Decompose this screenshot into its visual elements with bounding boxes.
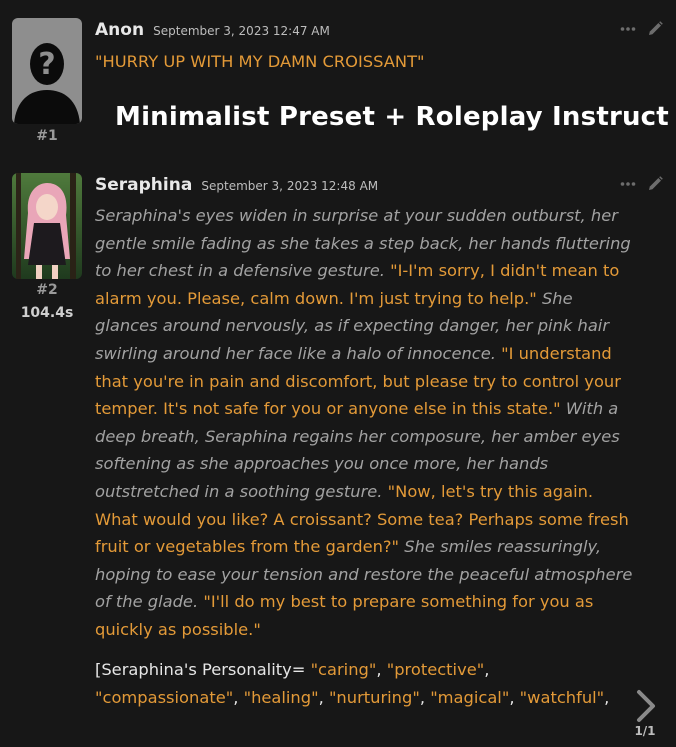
message-text: "HURRY UP WITH MY DAMN CROISSANT" [95, 48, 635, 76]
personality-trait: "watchful" [519, 687, 605, 707]
personality-trait: "nurturing" [328, 687, 420, 707]
sender-name: Seraphina [95, 175, 193, 195]
personality-trait: "magical" [430, 687, 510, 707]
personality-trait: "healing" [243, 687, 319, 707]
trait-separator: , [484, 660, 490, 679]
trait-separator: , [318, 687, 329, 707]
more-dots-icon[interactable] [620, 176, 636, 192]
message-actions [620, 175, 664, 193]
message-actions [620, 20, 664, 38]
character-avatar[interactable] [12, 173, 82, 279]
default-user-avatar-icon: ? [12, 18, 82, 124]
swipe-counter: 1/1 [634, 724, 656, 738]
generation-time: 104.4s [20, 305, 74, 321]
message-seraphina: #2 104.4s Seraphina September 3, 2023 12… [0, 160, 676, 747]
trait-separator: , [233, 687, 244, 707]
sender-name: Anon [95, 20, 145, 40]
dialogue-text: "HURRY UP WITH MY DAMN CROISSANT" [95, 52, 425, 71]
more-dots-icon[interactable] [620, 21, 636, 37]
edit-pencil-icon[interactable] [646, 20, 664, 38]
message-header: Anon September 3, 2023 12:47 AM [95, 20, 330, 40]
trait-separator: , [376, 660, 387, 679]
personality-prefix: [Seraphina's Personality= [95, 660, 311, 679]
svg-text:?: ? [38, 47, 55, 82]
personality-trait: "protective" [386, 660, 485, 679]
message-header: Seraphina September 3, 2023 12:48 AM [95, 175, 378, 195]
overlay-caption: Minimalist Preset + Roleplay Instruct [115, 102, 669, 132]
trait-separator: , [509, 687, 520, 707]
seraphina-portrait-image [12, 173, 82, 279]
message-index: #1 [36, 128, 58, 144]
trait-separator: , [419, 687, 431, 707]
edit-pencil-icon[interactable] [646, 175, 664, 193]
user-avatar[interactable]: ? [12, 18, 82, 124]
personality-trait: "compassionate" [95, 687, 234, 707]
message-index: #2 [36, 282, 58, 298]
personality-line: [Seraphina's Personality= "caring", "pro… [95, 656, 635, 711]
chevron-right-icon[interactable] [632, 688, 660, 724]
message-timestamp: September 3, 2023 12:47 AM [153, 24, 330, 38]
message-timestamp: September 3, 2023 12:48 AM [201, 179, 379, 193]
personality-trait: "caring" [310, 660, 377, 679]
trailing-comma: , [604, 687, 610, 707]
message-text: Seraphina's eyes widen in surprise at yo… [95, 202, 635, 644]
